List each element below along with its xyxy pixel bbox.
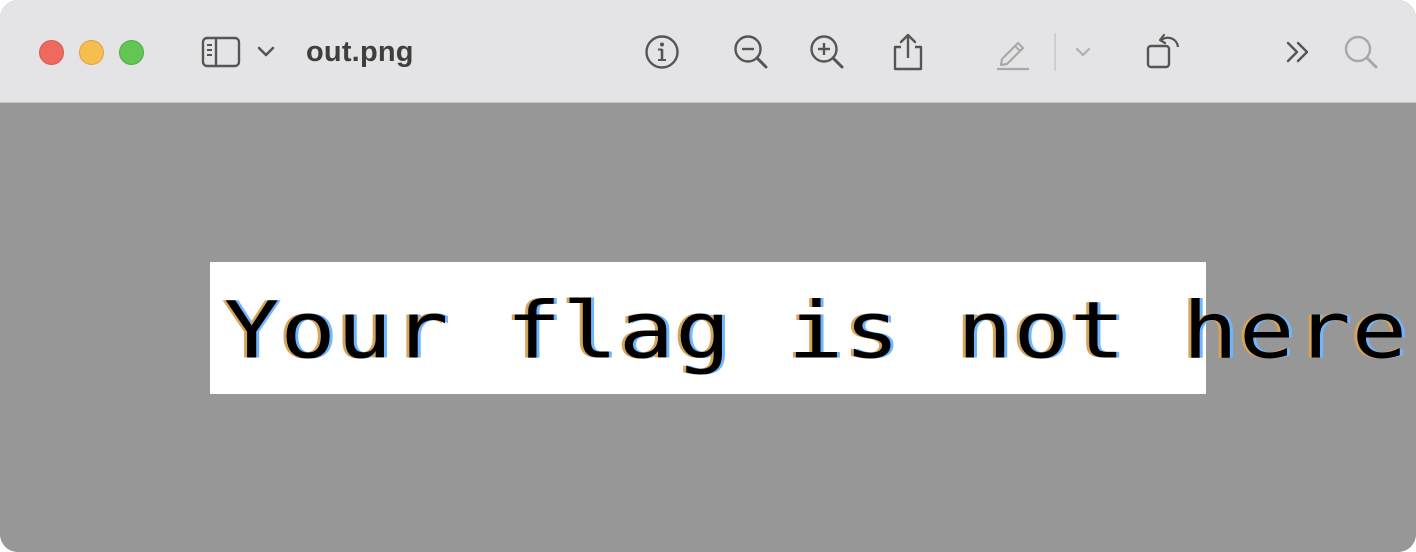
more-chevrons-icon	[1286, 41, 1309, 63]
zoom-in-button[interactable]	[807, 30, 847, 74]
rotate-icon	[1146, 33, 1180, 69]
sidebar-toggle-button[interactable]	[200, 30, 242, 74]
markup-button[interactable]	[993, 30, 1033, 74]
markup-pen-icon	[997, 41, 1029, 71]
share-button[interactable]	[889, 30, 927, 74]
chevron-down-icon	[257, 46, 275, 57]
image-text: Your flag is not here	[224, 285, 1409, 377]
info-button[interactable]	[642, 30, 682, 74]
zoom-out-button[interactable]	[731, 30, 771, 74]
titlebar: out.png	[0, 0, 1416, 103]
search-button[interactable]	[1341, 30, 1381, 74]
image-canvas: Your flag is not here	[0, 104, 1416, 552]
markup-options-button[interactable]	[1072, 30, 1094, 74]
window-title: out.png	[306, 36, 414, 68]
chevron-down-icon	[1075, 47, 1091, 57]
maximize-button[interactable]	[119, 40, 144, 65]
sidebar-toggle-icon	[201, 36, 241, 68]
toolbar-divider	[1054, 33, 1056, 71]
rotate-button[interactable]	[1143, 30, 1183, 74]
sidebar-options-button[interactable]	[255, 30, 277, 74]
minimize-button[interactable]	[79, 40, 104, 65]
zoom-out-icon	[734, 35, 768, 69]
share-icon	[893, 33, 923, 71]
search-icon	[1344, 35, 1378, 69]
displayed-image: Your flag is not here	[210, 262, 1407, 394]
close-button[interactable]	[39, 40, 64, 65]
more-button[interactable]	[1281, 30, 1317, 74]
info-icon	[645, 35, 679, 69]
zoom-in-icon	[810, 35, 844, 69]
preview-window: out.png Your flag is not here	[0, 0, 1416, 552]
